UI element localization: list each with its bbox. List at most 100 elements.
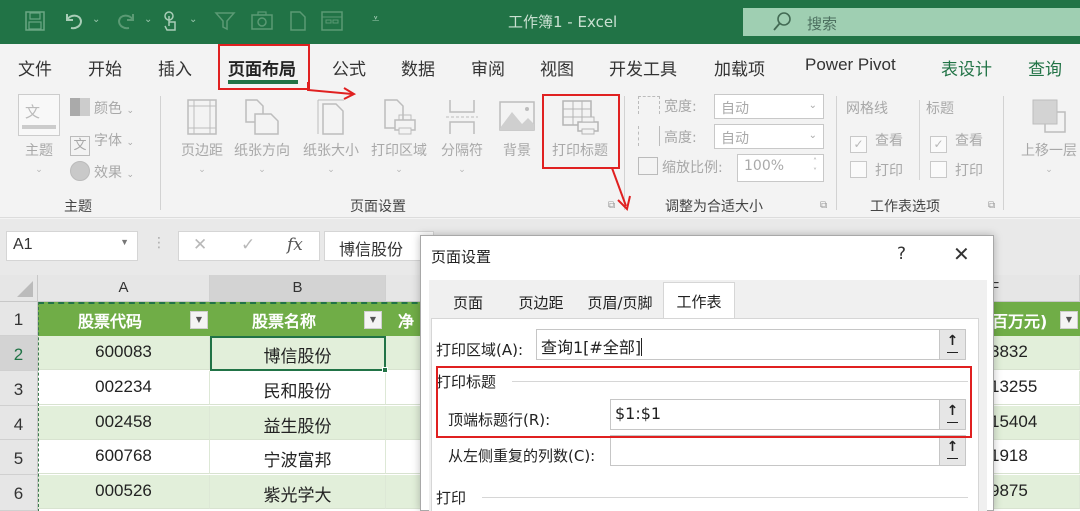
width-select[interactable]: 自动 ⌄ [714, 94, 824, 119]
touch-mode-icon[interactable] [160, 10, 182, 40]
tab-view[interactable]: 视图 [540, 55, 574, 80]
save-icon[interactable] [24, 10, 46, 38]
touch-dropdown-icon[interactable]: ⌄ [189, 14, 197, 25]
table-cell[interactable]: 15404 [990, 406, 1080, 440]
column-header-b[interactable]: B [210, 275, 386, 302]
size-button[interactable]: 纸张大小 ⌄ [298, 98, 364, 175]
tab-data[interactable]: 数据 [401, 55, 435, 80]
tab-table-design[interactable]: 表设计 [941, 55, 992, 80]
tab-addins[interactable]: 加载项 [714, 55, 765, 80]
sheet-options-launcher-icon[interactable]: ⧉ [988, 200, 995, 211]
tab-power-pivot[interactable]: Power Pivot [805, 55, 896, 75]
background-button[interactable]: 背景 [495, 98, 539, 160]
undo-dropdown-icon[interactable]: ⌄ [92, 14, 100, 25]
row-header-5[interactable]: 5 [0, 440, 38, 475]
rows-to-repeat-input[interactable]: $1:$1 ↑ [610, 399, 966, 430]
orientation-button[interactable]: 纸张方向 ⌄ [229, 98, 295, 175]
tab-file[interactable]: 文件 [18, 55, 52, 80]
row-header-3[interactable]: 3 [0, 371, 38, 406]
tab-insert[interactable]: 插入 [158, 55, 192, 80]
search-box[interactable]: 搜索 [743, 8, 1080, 36]
gridlines-view-checkbox[interactable]: ✓ 查看 [850, 130, 903, 153]
theme-fonts-button[interactable]: 文字体 ⌄ [70, 130, 134, 156]
formula-bar-grip-icon[interactable]: ⋮ [152, 235, 166, 251]
page-setup-launcher-icon[interactable]: ⧉ [608, 200, 615, 211]
enter-icon[interactable]: ✓ [241, 235, 255, 255]
tab-review[interactable]: 审阅 [471, 55, 505, 80]
table-cell[interactable]: 002458 [38, 406, 210, 440]
form-icon[interactable] [320, 10, 344, 38]
table-cell[interactable]: 1918 [990, 440, 1080, 474]
print-area-button[interactable]: 打印区域 ⌄ [366, 98, 432, 175]
filter-dropdown-icon[interactable]: ▼ [1060, 311, 1078, 329]
collapse-dialog-icon[interactable]: ↑ [939, 400, 965, 429]
help-icon[interactable]: ? [897, 244, 906, 264]
row-header-4[interactable]: 4 [0, 406, 38, 440]
redo-icon[interactable] [114, 10, 138, 38]
collapse-dialog-icon[interactable]: ↑ [939, 330, 965, 359]
customize-qat-icon[interactable]: ⩡ [372, 12, 379, 27]
table-cell[interactable]: 13255 [990, 371, 1080, 405]
scale-launcher-icon[interactable]: ⧉ [820, 200, 827, 211]
tab-page-layout[interactable]: 页面布局 [228, 55, 296, 80]
height-select[interactable]: 自动 ⌄ [714, 124, 824, 149]
table-cell[interactable]: 9875 [990, 475, 1080, 509]
tab-home[interactable]: 开始 [88, 55, 122, 80]
table-cell[interactable]: 益生股份 [210, 406, 386, 440]
group-separator [1003, 96, 1004, 210]
new-file-icon[interactable] [288, 10, 308, 38]
close-icon[interactable]: ✕ [953, 242, 970, 266]
print-titles-button[interactable]: 打印标题 [544, 98, 616, 160]
table-cell[interactable]: 600768 [38, 440, 210, 474]
table-header-f[interactable]: 百万元) ▼ [990, 302, 1080, 336]
column-header-a[interactable]: A [38, 275, 210, 302]
tab-formulas[interactable]: 公式 [332, 55, 366, 80]
table-cell[interactable]: 宁波富邦 [210, 440, 386, 474]
chevron-down-icon: ⌄ [258, 165, 266, 175]
tab-query[interactable]: 查询 [1028, 55, 1062, 80]
cancel-icon[interactable]: ✕ [193, 235, 207, 255]
insert-function-icon[interactable]: fx [287, 235, 303, 255]
table-cell[interactable]: 民和股份 [210, 371, 386, 405]
theme-colors-button[interactable]: 颜色 ⌄ [70, 98, 134, 118]
bring-forward-button[interactable]: 上移一层 ⌄ [1014, 98, 1080, 175]
collapse-dialog-icon[interactable]: ↑ [939, 436, 965, 465]
table-cell[interactable]: 紫光学大 [210, 475, 386, 509]
undo-icon[interactable] [62, 10, 86, 38]
gridlines-print-checkbox[interactable]: 打印 [850, 160, 903, 180]
table-cell[interactable]: 3832 [990, 336, 1080, 370]
filter-dropdown-icon[interactable]: ▼ [190, 311, 208, 329]
table-cell[interactable]: 002234 [38, 371, 210, 405]
tab-developer[interactable]: 开发工具 [609, 55, 677, 80]
headings-view-checkbox[interactable]: ✓ 查看 [930, 130, 983, 153]
filter-dropdown-icon[interactable]: ▼ [364, 311, 382, 329]
dialog-tab-page[interactable]: 页面 [431, 284, 505, 318]
fill-handle[interactable] [382, 367, 388, 373]
table-cell[interactable]: 600083 [38, 336, 210, 370]
dialog-tab-margins[interactable]: 页边距 [505, 284, 577, 318]
table-cell[interactable]: 000526 [38, 475, 210, 509]
table-header-stock-name[interactable]: 股票名称 ▼ [210, 302, 386, 336]
print-area-input[interactable]: 查询1[#全部] ↑ [536, 329, 966, 360]
scale-spinner[interactable]: 100% ˄ ˅ [737, 154, 824, 182]
headings-print-checkbox[interactable]: 打印 [930, 160, 983, 180]
camera-icon[interactable] [250, 10, 274, 38]
column-header-f[interactable]: F [990, 275, 1080, 302]
select-all-button[interactable] [0, 275, 38, 302]
row-header-1[interactable]: 1 [0, 302, 38, 336]
dialog-tab-sheet[interactable]: 工作表 [663, 282, 735, 318]
margins-button[interactable]: 页边距 ⌄ [174, 98, 230, 175]
redo-dropdown-icon[interactable]: ⌄ [144, 14, 152, 25]
name-box[interactable]: A1 ▼ [6, 231, 138, 261]
row-header-2[interactable]: 2 [0, 336, 38, 371]
formula-input[interactable]: 博信股份 [324, 231, 434, 261]
filter-icon[interactable] [214, 10, 236, 38]
columns-to-repeat-label: 从左侧重复的列数(C): [448, 447, 596, 465]
dialog-tab-header-footer[interactable]: 页眉/页脚 [577, 284, 663, 318]
table-header-stock-code[interactable]: 股票代码 ▼ [38, 302, 210, 336]
theme-effects-button[interactable]: 效果 ⌄ [70, 161, 134, 182]
breaks-button[interactable]: 分隔符 ⌄ [434, 98, 490, 175]
themes-button[interactable]: 文 主题 ⌄ [14, 94, 64, 175]
row-header-6[interactable]: 6 [0, 475, 38, 511]
columns-to-repeat-input[interactable]: ↑ [610, 435, 966, 466]
